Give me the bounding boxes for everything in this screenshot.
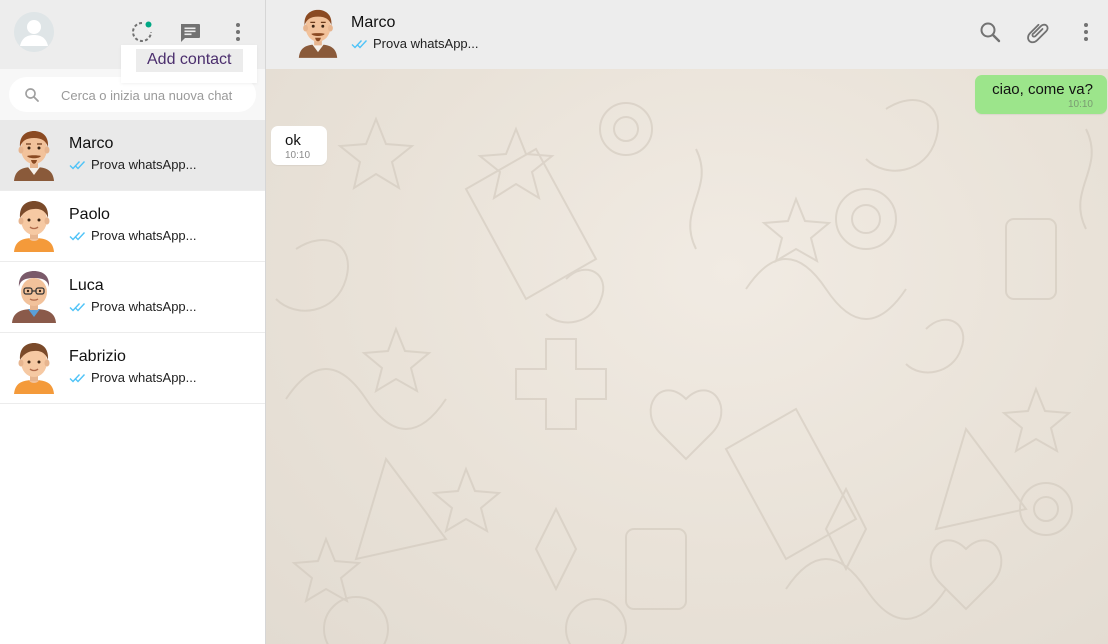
message-text: ciao, come va?	[992, 81, 1093, 98]
contact-preview-text: Prova whatsApp...	[91, 228, 197, 243]
chat-header: Marco Prova whatsApp...	[266, 0, 1108, 69]
contact-preview-text: Prova whatsApp...	[91, 157, 197, 172]
contact-preview-text: Prova whatsApp...	[91, 299, 197, 314]
contact-item-luca[interactable]: Luca Prova whatsApp...	[0, 262, 265, 333]
contact-avatar	[14, 343, 54, 394]
contact-avatar	[12, 271, 56, 323]
attach-icon	[1027, 23, 1049, 44]
contact-name: Paolo	[69, 206, 110, 223]
read-ticks-icon	[69, 373, 86, 383]
read-ticks-icon	[351, 39, 368, 49]
read-ticks-icon	[69, 302, 86, 312]
search-icon	[980, 22, 1001, 43]
chat-contact-status: Prova whatsApp...	[351, 36, 479, 51]
chat-contact-name[interactable]: Marco	[351, 14, 395, 32]
chat-contact-avatar[interactable]	[295, 4, 341, 58]
contact-name: Luca	[69, 277, 104, 294]
chat-search-button[interactable]	[978, 20, 1002, 44]
message-received[interactable]: ok 10:10	[271, 126, 327, 165]
chat-messages-area[interactable]: ciao, come va? 10:10 ok 10:10	[266, 69, 1108, 644]
my-profile-avatar[interactable]	[14, 12, 54, 52]
sidebar-menu-button[interactable]	[226, 20, 250, 44]
status-button[interactable]	[130, 20, 154, 44]
whatsapp-app: Add contact Cerca o inizia una nuova cha…	[0, 0, 1108, 644]
chat-contact-status-text: Prova whatsApp...	[373, 36, 479, 51]
contact-list: Marco Prova whatsApp... Paolo Prova what…	[0, 120, 265, 404]
contact-avatar	[14, 201, 54, 252]
menu-icon	[1084, 23, 1088, 41]
avatar-placeholder-icon	[14, 12, 54, 52]
search-icon	[25, 88, 39, 102]
chat-wallpaper-doodles	[275, 99, 1093, 644]
contact-preview: Prova whatsApp...	[69, 157, 197, 172]
read-ticks-icon	[69, 231, 86, 241]
contact-item-fabrizio[interactable]: Fabrizio Prova whatsApp...	[0, 333, 265, 404]
new-chat-button[interactable]	[178, 20, 202, 44]
contact-preview: Prova whatsApp...	[69, 370, 197, 385]
message-time: 10:10	[1067, 99, 1093, 110]
menu-icon	[236, 23, 240, 41]
message-time: 10:10	[285, 150, 311, 161]
contact-item-marco[interactable]: Marco Prova whatsApp...	[0, 120, 265, 191]
read-ticks-icon	[69, 160, 86, 170]
message-text: ok	[285, 132, 301, 149]
contact-name: Marco	[69, 135, 114, 152]
search-input[interactable]	[59, 84, 253, 106]
chat-panel: Marco Prova whatsApp... ciao, come va? 1…	[266, 0, 1108, 644]
contact-item-paolo[interactable]: Paolo Prova whatsApp...	[0, 191, 265, 262]
new-chat-icon	[181, 24, 200, 42]
add-contact-label[interactable]: Add contact	[136, 49, 243, 72]
contact-preview: Prova whatsApp...	[69, 299, 197, 314]
status-icon	[132, 21, 152, 42]
message-sent[interactable]: ciao, come va? 10:10	[975, 75, 1107, 114]
contact-preview: Prova whatsApp...	[69, 228, 197, 243]
chat-menu-button[interactable]	[1074, 20, 1098, 44]
contact-avatar	[14, 131, 54, 181]
sidebar-header: Add contact	[0, 0, 265, 83]
contact-preview-text: Prova whatsApp...	[91, 370, 197, 385]
sidebar: Add contact Cerca o inizia una nuova cha…	[0, 0, 266, 644]
add-contact-tooltip[interactable]: Add contact	[121, 45, 257, 83]
contact-name: Fabrizio	[69, 348, 126, 365]
chat-actions	[978, 20, 1098, 44]
attach-button[interactable]	[1026, 20, 1050, 44]
